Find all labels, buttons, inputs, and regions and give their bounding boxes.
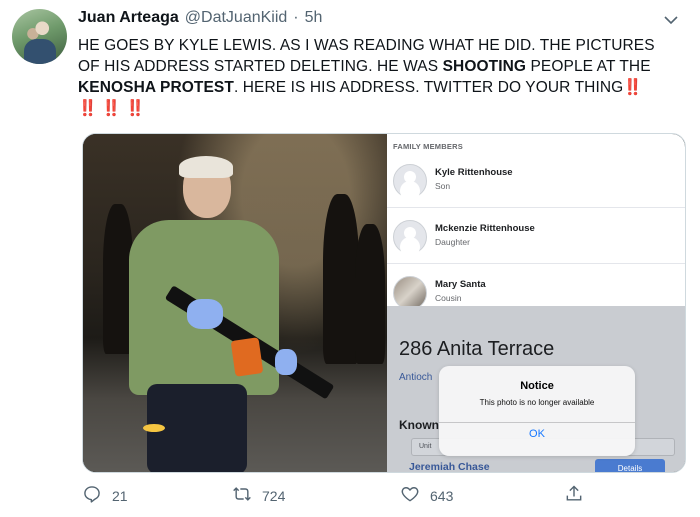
known-label: Known (399, 418, 439, 432)
tweet-text-line-2: OF HIS ADDRESS STARTED DELETING. HE WAS … (78, 56, 684, 77)
details-button: Details (595, 459, 665, 472)
tweet[interactable]: Juan Arteaga @DatJuanKiid · 5h HE GOES B… (0, 0, 700, 517)
tweet-text-segment: OF HIS ADDRESS STARTED DELETING. HE WAS (78, 58, 443, 75)
retweet-count: 724 (262, 487, 286, 504)
reply-button[interactable]: 21 (82, 484, 128, 507)
media-photo-left[interactable] (83, 134, 387, 472)
member-name: Mary Santa (435, 279, 486, 290)
tweet-text-line-1: HE GOES BY KYLE LEWIS. AS I WAS READING … (78, 37, 655, 54)
dialog-ok-button: OK (529, 428, 545, 440)
avatar[interactable] (12, 9, 67, 64)
like-count: 643 (430, 487, 454, 504)
retweet-icon (232, 484, 252, 507)
resident-name: Jeremiah Chase (409, 461, 490, 473)
chevron-down-icon[interactable] (664, 12, 678, 25)
rifle-magazine (230, 337, 264, 377)
tweet-actions: 21 724 643 (82, 484, 602, 508)
member-avatar (393, 276, 427, 310)
dialog-title: Notice (520, 380, 554, 392)
tweet-text-emphasis: SHOOTING (442, 58, 527, 75)
unit-label: Unit (419, 443, 432, 450)
dialog-message: This photo is no longer available (479, 398, 595, 407)
member-relation: Cousin (435, 293, 462, 303)
handle[interactable]: @DatJuanKiid (185, 9, 288, 27)
member-relation: Son (435, 181, 451, 191)
timestamp[interactable]: 5h (305, 9, 323, 27)
media-grid[interactable]: FAMILY MEMBERS Kyle Rittenhouse Son Mcke… (82, 133, 686, 473)
tweet-header: Juan Arteaga @DatJuanKiid · 5h (78, 9, 322, 29)
notice-dialog: Notice This photo is no longer available… (439, 366, 635, 456)
tweet-text-segment: . HERE IS HIS ADDRESS. TWITTER DO YOUR T… (233, 79, 624, 96)
share-icon (564, 484, 584, 507)
share-button[interactable] (564, 484, 584, 507)
heart-icon (400, 484, 420, 507)
member-avatar (393, 164, 427, 198)
person-cap (179, 156, 233, 178)
member-relation: Daughter (435, 237, 470, 247)
tweet-text-segment: PEOPLE AT THE (526, 58, 651, 75)
like-button[interactable]: 643 (400, 484, 453, 507)
double-exclamation-icon: ‼️ (623, 79, 643, 96)
member-name: Mckenzie Rittenhouse (435, 223, 535, 234)
member-name: Kyle Rittenhouse (435, 167, 513, 178)
retweet-button[interactable]: 724 (232, 484, 285, 507)
family-members-heading: FAMILY MEMBERS (393, 142, 463, 151)
background-figure (355, 224, 385, 364)
tweet-text: HE GOES BY KYLE LEWIS. AS I WAS READING … (78, 35, 684, 119)
family-member-row: Kyle Rittenhouse Son (387, 154, 685, 208)
city-text: Antioch (399, 372, 433, 383)
tweet-text-line-4: ‼️ ‼️ ‼️ (78, 100, 146, 117)
address-text: 286 Anita Terrace (399, 338, 555, 360)
separator-dot: · (293, 9, 299, 26)
glove (275, 349, 297, 375)
family-member-row: Mckenzie Rittenhouse Daughter (387, 210, 685, 264)
member-avatar (393, 220, 427, 254)
tweet-text-line-3: KENOSHA PROTEST. HERE IS HIS ADDRESS. TW… (78, 77, 684, 98)
glove (187, 299, 223, 329)
media-screenshot-right[interactable]: FAMILY MEMBERS Kyle Rittenhouse Son Mcke… (387, 134, 685, 473)
display-name[interactable]: Juan Arteaga (78, 9, 179, 27)
background-figure (323, 194, 359, 364)
reply-count: 21 (112, 487, 128, 504)
reply-icon (82, 484, 102, 507)
tweet-text-emphasis: KENOSHA PROTEST (78, 79, 234, 96)
ground-marker (143, 424, 165, 432)
dialog-divider (439, 422, 635, 423)
